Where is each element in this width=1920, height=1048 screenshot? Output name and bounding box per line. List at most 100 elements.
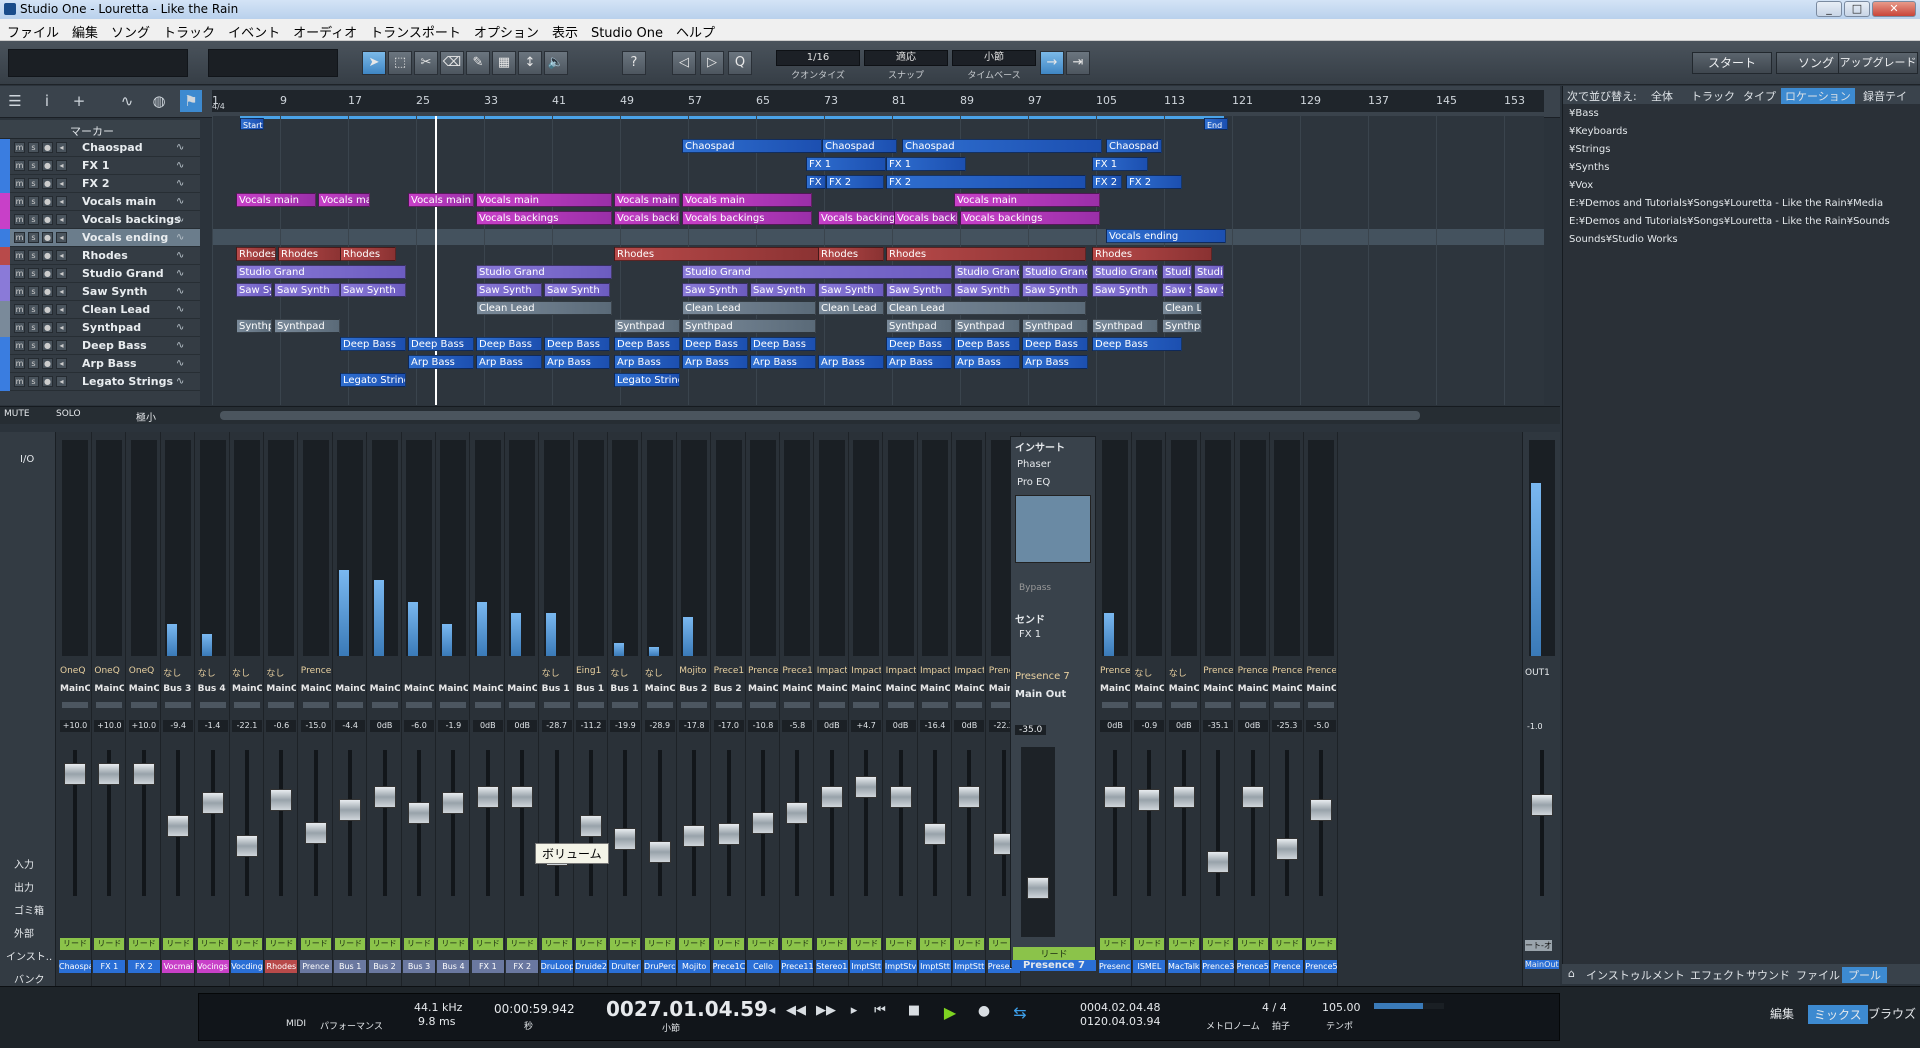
volume-readout[interactable]: -25.3 (1272, 720, 1302, 732)
browser-folder[interactable]: ¥Bass (1569, 108, 1599, 119)
pan-slider[interactable] (784, 702, 811, 708)
mute-all[interactable]: MUTE (4, 409, 30, 419)
output-slot[interactable]: MainC (782, 684, 812, 698)
insert-slot[interactable]: Impact (851, 666, 881, 680)
automation-mode[interactable]: リード (920, 938, 950, 950)
menu-song[interactable]: ソング (104, 19, 156, 41)
dropdown-1[interactable] (8, 49, 188, 77)
mute-button[interactable]: m (14, 322, 25, 333)
clip[interactable]: Deep Bass (1022, 337, 1088, 351)
automation-mode[interactable]: リード (1272, 938, 1302, 950)
fader-track[interactable] (829, 750, 834, 896)
volume-fader[interactable] (648, 841, 671, 863)
master-automation[interactable]: リード (1013, 947, 1095, 960)
play-icon[interactable]: ▶ (940, 1003, 960, 1022)
insert-slot[interactable] (507, 666, 537, 680)
insert-slot[interactable] (473, 666, 503, 680)
automation-mode[interactable]: リード (163, 938, 194, 950)
volume-fader[interactable] (683, 825, 706, 848)
clip[interactable]: Rhodes (278, 247, 344, 261)
volume-readout[interactable]: -0.6 (266, 720, 297, 732)
output-slot[interactable]: MainC (1306, 684, 1336, 698)
fader-track[interactable] (1181, 750, 1186, 896)
volume-fader[interactable] (924, 822, 946, 845)
mute-button[interactable]: m (14, 304, 25, 315)
browser-folder[interactable]: E:¥Demos and Tutorials¥Songs¥Louretta - … (1569, 216, 1890, 227)
clip[interactable]: Vocals ending (1106, 229, 1226, 243)
clip[interactable]: FX 2 (826, 175, 884, 189)
clip[interactable]: Vocals backings (960, 211, 1100, 225)
menu-file[interactable]: ファイル (0, 19, 65, 41)
channel-name[interactable]: Prece1C (712, 960, 745, 973)
browser-folder[interactable]: ¥Synths (1569, 162, 1609, 173)
clip[interactable]: Saw Synth (1162, 283, 1192, 297)
volume-readout[interactable]: -9.4 (163, 720, 194, 732)
fader-track[interactable] (864, 750, 869, 896)
fader-track[interactable] (451, 750, 456, 896)
monitor-button[interactable]: ◂ (56, 376, 67, 387)
fader-track[interactable] (554, 750, 559, 896)
clip[interactable]: Clean Lead (476, 301, 612, 315)
record-arm-button[interactable]: ● (42, 160, 53, 171)
insert-slot[interactable]: Impact (817, 666, 847, 680)
output-slot[interactable]: MainC (335, 684, 365, 698)
clip[interactable]: Synthpad (682, 319, 816, 333)
automation-mode[interactable]: リード (679, 938, 710, 950)
mute-button[interactable]: m (14, 196, 25, 207)
volume-readout[interactable]: +10.0 (60, 720, 90, 732)
volume-readout[interactable]: -11.2 (576, 720, 606, 732)
monitor-button[interactable]: ◂ (56, 358, 67, 369)
channel-name[interactable]: Vocding (231, 960, 263, 973)
clip[interactable]: Synthpad (1092, 319, 1158, 333)
channel-name[interactable]: FX 2 (506, 960, 539, 973)
clip[interactable]: Arp Bass (614, 355, 680, 369)
clip[interactable]: Vocals main (408, 193, 474, 207)
clip[interactable]: Deep Bass (1092, 337, 1182, 351)
clip[interactable]: Saw Synth (1194, 283, 1224, 297)
insert-slot[interactable]: なし (610, 666, 640, 680)
track-row[interactable]: m s ● ◂ Arp Bass ∿ (0, 355, 200, 373)
record-icon[interactable]: ● (974, 1003, 994, 1021)
clip[interactable]: Arp Bass (544, 355, 610, 369)
automation-mode[interactable]: リード (782, 938, 813, 950)
clip[interactable]: Vocals main (614, 193, 680, 207)
volume-fader[interactable] (132, 763, 155, 785)
clip[interactable]: Deep Bass (682, 337, 748, 351)
clip[interactable]: Saw Synth (682, 283, 748, 297)
end-marker[interactable]: End (1204, 118, 1228, 130)
pan-slider[interactable] (956, 702, 983, 708)
pan-slider[interactable] (1308, 702, 1335, 708)
clip[interactable]: Studio Grand (1162, 265, 1192, 279)
track-row[interactable]: m s ● ◂ Deep Bass ∿ (0, 337, 200, 355)
quantize-value[interactable]: 1/16 (776, 50, 860, 66)
insert-slot[interactable]: Eing1 (576, 666, 606, 680)
clip[interactable]: Deep Bass (886, 337, 952, 351)
pan-slider[interactable] (750, 702, 776, 708)
record-arm-button[interactable]: ● (42, 142, 53, 153)
volume-fader[interactable] (511, 786, 534, 809)
clip[interactable]: Saw Synth (818, 283, 884, 297)
clip[interactable]: Studio Grand (1194, 265, 1224, 279)
browser-folder[interactable]: ¥Strings (1569, 144, 1610, 155)
output-slot[interactable]: MainC (473, 684, 503, 698)
time-signature-value[interactable]: 4 / 4 (1262, 1001, 1287, 1014)
tab-pool[interactable]: プール (1842, 967, 1887, 983)
solo-button[interactable]: s (28, 178, 39, 189)
volume-fader[interactable] (1138, 789, 1161, 811)
clip[interactable]: Saw Synth (886, 283, 952, 297)
clip[interactable]: Arp Bass (408, 355, 474, 369)
master-insert[interactable]: Presence 7 (1015, 671, 1070, 682)
volume-readout[interactable]: +10.0 (94, 720, 125, 732)
solo-button[interactable]: s (28, 286, 39, 297)
record-arm-button[interactable]: ● (42, 340, 53, 351)
insert-slot[interactable]: なし (1134, 666, 1164, 680)
monitor-button[interactable]: ◂ (56, 214, 67, 225)
insert-slot[interactable]: なし (542, 666, 572, 680)
loop-start-icon[interactable]: ⏮ (870, 1003, 890, 1021)
channel-name[interactable]: Bus 4 (437, 960, 470, 973)
volume-fader[interactable] (1241, 786, 1264, 809)
loop-left[interactable]: 0004.02.04.48 (1080, 1001, 1160, 1014)
pan-slider[interactable] (1102, 702, 1128, 708)
volume-readout[interactable]: 0dB (816, 720, 847, 732)
menu-options[interactable]: オプション (467, 19, 545, 41)
